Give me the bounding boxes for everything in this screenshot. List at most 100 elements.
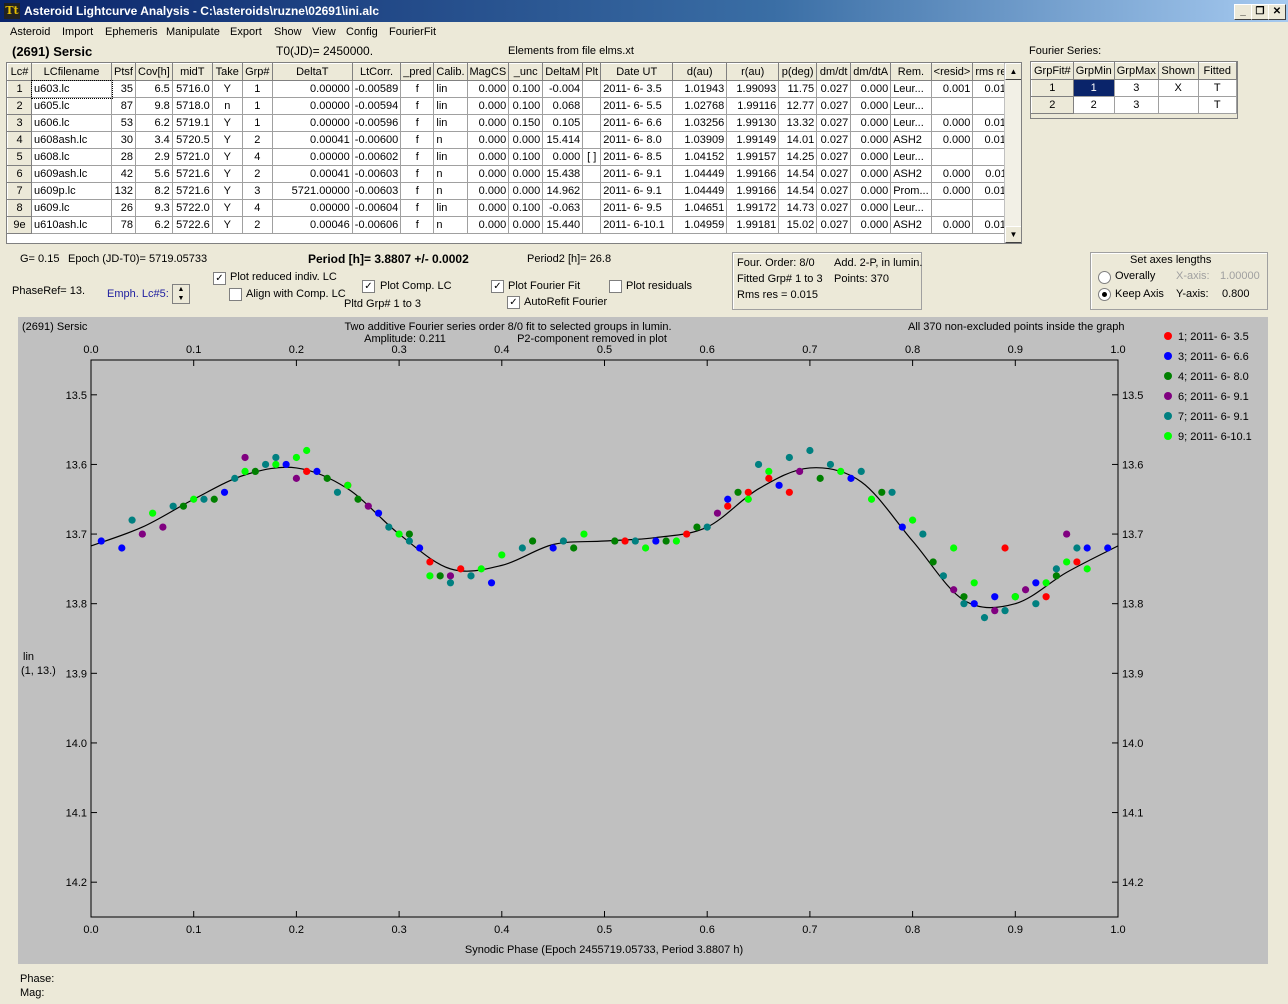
plot-fourier-checkbox[interactable]: ✓ — [491, 280, 504, 293]
table-cell[interactable]: 0.00000 — [271, 114, 353, 132]
table-cell[interactable]: -0.00606 — [351, 216, 402, 234]
table-cell[interactable]: Y — [211, 114, 243, 132]
table-cell[interactable]: 0.00041 — [271, 131, 353, 149]
table-cell[interactable]: 2011- 6- 9.1 — [600, 182, 674, 200]
table-cell[interactable]: Y — [211, 182, 243, 200]
lc-col-header[interactable]: Take — [211, 63, 243, 81]
table-cell[interactable]: lin — [433, 114, 468, 132]
table-cell[interactable]: 1.99116 — [726, 97, 780, 115]
table-cell[interactable]: 0.027 — [816, 131, 852, 149]
table-cell[interactable]: -0.004 — [542, 80, 584, 98]
table-cell[interactable] — [582, 165, 602, 183]
autorefit-checkbox[interactable]: ✓ — [507, 296, 520, 309]
restore-button[interactable]: ❐ — [1251, 4, 1269, 20]
table-cell[interactable]: 5.6 — [135, 165, 173, 183]
table-cell[interactable]: 0.027 — [816, 165, 852, 183]
table-cell[interactable]: 0.000 — [930, 131, 974, 149]
table-cell[interactable]: 1.04152 — [672, 148, 728, 166]
table-cell[interactable]: 5721.0 — [171, 148, 213, 166]
lc-table-scrollbar[interactable]: ▲ ▼ — [1004, 63, 1021, 243]
table-row[interactable]: 4 u608ash.lc 30 3.4 5720.5 Y 2 0.00041 -0.00600 f… — [7, 131, 1016, 149]
table-cell[interactable]: 2 — [1072, 96, 1115, 114]
menu-manipulate[interactable]: Manipulate — [166, 26, 220, 38]
table-cell[interactable]: 2011- 6- 6.6 — [600, 114, 674, 132]
table-cell[interactable]: 14.962 — [542, 182, 584, 200]
row-header[interactable]: 1 — [7, 80, 32, 98]
table-cell[interactable]: 53 — [111, 114, 136, 132]
table-cell[interactable]: u609.lc — [31, 199, 112, 217]
fourier-row[interactable]: 223T — [1031, 96, 1238, 114]
row-header[interactable]: 8 — [7, 199, 32, 217]
table-cell[interactable]: u608ash.lc — [31, 131, 112, 149]
table-cell[interactable]: 0.100 — [508, 80, 544, 98]
table-cell[interactable] — [930, 97, 974, 115]
table-cell[interactable]: 0.000 — [850, 97, 892, 115]
lc-col-header[interactable]: Lc# — [7, 63, 32, 81]
table-cell[interactable]: lin — [433, 148, 468, 166]
table-cell[interactable]: 28 — [111, 148, 136, 166]
table-cell[interactable]: [ ] — [582, 148, 602, 166]
table-cell[interactable]: 1.99149 — [726, 131, 780, 149]
close-button[interactable]: ✕ — [1268, 4, 1286, 20]
lc-col-header[interactable]: dm/dt — [816, 63, 852, 81]
table-cell[interactable]: 1 — [241, 114, 273, 132]
table-cell[interactable] — [582, 114, 602, 132]
table-cell[interactable]: 5721.6 — [171, 182, 213, 200]
minimize-button[interactable]: _ — [1234, 4, 1252, 20]
table-cell[interactable]: u603.lc — [30, 79, 113, 99]
row-header[interactable]: 3 — [7, 114, 32, 132]
table-cell[interactable]: lin — [433, 80, 468, 98]
table-cell[interactable]: u606.lc — [31, 114, 112, 132]
table-cell[interactable]: 1.99181 — [726, 216, 780, 234]
table-cell[interactable]: 0.000 — [850, 131, 892, 149]
table-cell[interactable]: T — [1197, 96, 1238, 114]
table-cell[interactable]: f — [400, 199, 435, 217]
table-cell[interactable] — [930, 148, 974, 166]
table-cell[interactable]: 2011- 6-10.1 — [600, 216, 674, 234]
table-cell[interactable]: 14.54 — [778, 165, 818, 183]
table-cell[interactable]: 4 — [241, 199, 273, 217]
table-cell[interactable]: 5721.6 — [171, 165, 213, 183]
table-cell[interactable]: f — [400, 148, 435, 166]
lc-col-header[interactable]: Date UT — [600, 63, 674, 81]
table-cell[interactable]: 0.100 — [508, 97, 544, 115]
table-cell[interactable]: 0.00041 — [271, 165, 353, 183]
table-cell[interactable]: 78 — [111, 216, 136, 234]
table-cell[interactable]: 0.027 — [816, 199, 852, 217]
table-row[interactable]: 1 u603.lc 35 6.5 5716.0 Y 1 0.00000 -0.00589 f lin… — [7, 79, 1016, 99]
table-cell[interactable]: 26 — [111, 199, 136, 217]
row-header[interactable]: 2 — [1031, 96, 1074, 114]
lc-col-header[interactable]: Rem. — [890, 63, 932, 81]
table-cell[interactable]: -0.00596 — [351, 114, 402, 132]
table-cell[interactable]: ASH2 — [890, 131, 932, 149]
table-cell[interactable]: 2.9 — [135, 148, 173, 166]
table-cell[interactable]: 0.000 — [850, 216, 892, 234]
table-cell[interactable]: 0.027 — [816, 80, 852, 98]
lightcurve-chart[interactable]: 0.0 0.0 0.1 0.1 0.2 0.2 0.3 0.3 0.4 0.4 0.5 0.5 0.6 0… — [18, 317, 1268, 964]
table-cell[interactable]: 0.000 — [930, 216, 974, 234]
table-cell[interactable]: Y — [211, 80, 243, 98]
table-cell[interactable]: 0.000 — [542, 148, 584, 166]
table-cell[interactable]: 14.01 — [778, 131, 818, 149]
scroll-down-icon[interactable]: ▼ — [1005, 226, 1021, 243]
table-cell[interactable]: 1.04449 — [672, 165, 728, 183]
table-cell[interactable] — [582, 216, 602, 234]
table-cell[interactable]: 132 — [111, 182, 136, 200]
table-cell[interactable]: u608.lc — [31, 148, 112, 166]
lc-col-header[interactable]: Ptsf — [111, 63, 136, 81]
table-row[interactable]: 8 u609.lc 26 9.3 5722.0 Y 4 0.00000 -0.00604 f lin… — [7, 199, 1016, 217]
table-cell[interactable]: 15.02 — [778, 216, 818, 234]
table-cell[interactable]: 15.438 — [542, 165, 584, 183]
table-cell[interactable]: 2011- 6- 8.0 — [600, 131, 674, 149]
table-cell[interactable]: -0.063 — [542, 199, 584, 217]
lc-col-header[interactable]: Calib. — [433, 63, 468, 81]
table-cell[interactable]: 3 — [1113, 79, 1159, 97]
table-cell[interactable]: 1 — [1072, 79, 1115, 97]
lc-col-header[interactable]: DeltaT — [271, 63, 353, 81]
table-cell[interactable]: 1 — [241, 80, 273, 98]
table-cell[interactable]: 13.32 — [778, 114, 818, 132]
table-cell[interactable]: 0.000 — [850, 165, 892, 183]
table-cell[interactable]: 14.54 — [778, 182, 818, 200]
table-cell[interactable]: 0.001 — [930, 80, 974, 98]
keep-axis-radio[interactable] — [1098, 288, 1111, 301]
